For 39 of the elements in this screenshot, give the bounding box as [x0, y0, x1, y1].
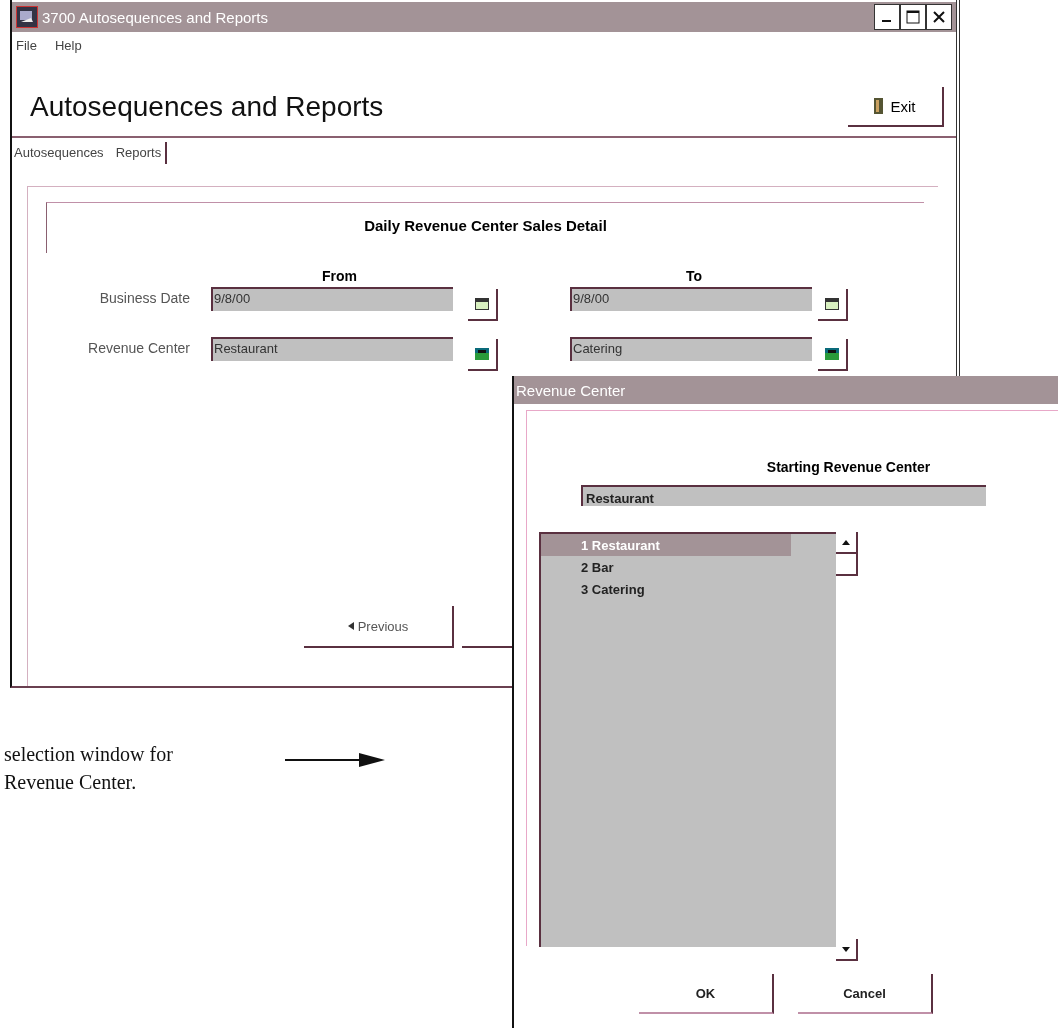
calendar-icon: [475, 298, 489, 310]
previous-button[interactable]: Previous: [304, 606, 454, 648]
column-heading: To: [685, 268, 703, 284]
window-title: 3700 Autosequences and Reports: [42, 8, 269, 26]
maximize-icon[interactable]: [900, 4, 926, 30]
door-icon: [874, 98, 885, 114]
dialog-heading: Starting Revenue Center: [766, 459, 931, 475]
minimize-icon[interactable]: [874, 4, 900, 30]
app-icon: [16, 6, 38, 28]
field-label: Revenue Center: [87, 340, 191, 356]
field-label: Business Date: [98, 290, 191, 306]
cancel-button[interactable]: Cancel: [798, 974, 933, 1014]
caption-text: selection window for Revenue Center.: [4, 742, 173, 795]
list-item[interactable]: 2 Bar: [541, 556, 791, 578]
list-icon: [825, 348, 839, 360]
close-icon[interactable]: [926, 4, 952, 30]
tab[interactable]: Autosequences: [14, 142, 110, 164]
down-triangle-icon: [842, 946, 850, 952]
up-triangle-icon: [842, 539, 850, 545]
input-field[interactable]: 9/8/00: [570, 287, 812, 311]
list-icon: [475, 348, 489, 360]
page-heading: Autosequences and Reports: [30, 90, 384, 123]
column-heading: From: [322, 268, 357, 284]
menu-item[interactable]: File: [16, 37, 37, 53]
left-triangle-icon: [347, 622, 354, 630]
menu-item[interactable]: Help: [54, 37, 82, 53]
scroll-thumb[interactable]: [836, 554, 858, 576]
scroll-up-button[interactable]: [836, 532, 858, 554]
list-item[interactable]: 3 Catering: [541, 578, 791, 600]
report-title: Daily Revenue Center Sales Detail: [364, 217, 607, 236]
calendar-icon: [825, 298, 839, 310]
input-field[interactable]: Restaurant: [211, 337, 453, 361]
exit-button[interactable]: Exit: [848, 87, 944, 127]
input-field[interactable]: 9/8/00: [211, 287, 453, 311]
input-field[interactable]: Catering: [570, 337, 812, 361]
tab[interactable]: Reports: [115, 142, 168, 164]
ok-button[interactable]: OK: [639, 974, 774, 1014]
input-field[interactable]: Restaurant: [581, 485, 986, 506]
dialog-title: Revenue Center: [514, 376, 1058, 404]
